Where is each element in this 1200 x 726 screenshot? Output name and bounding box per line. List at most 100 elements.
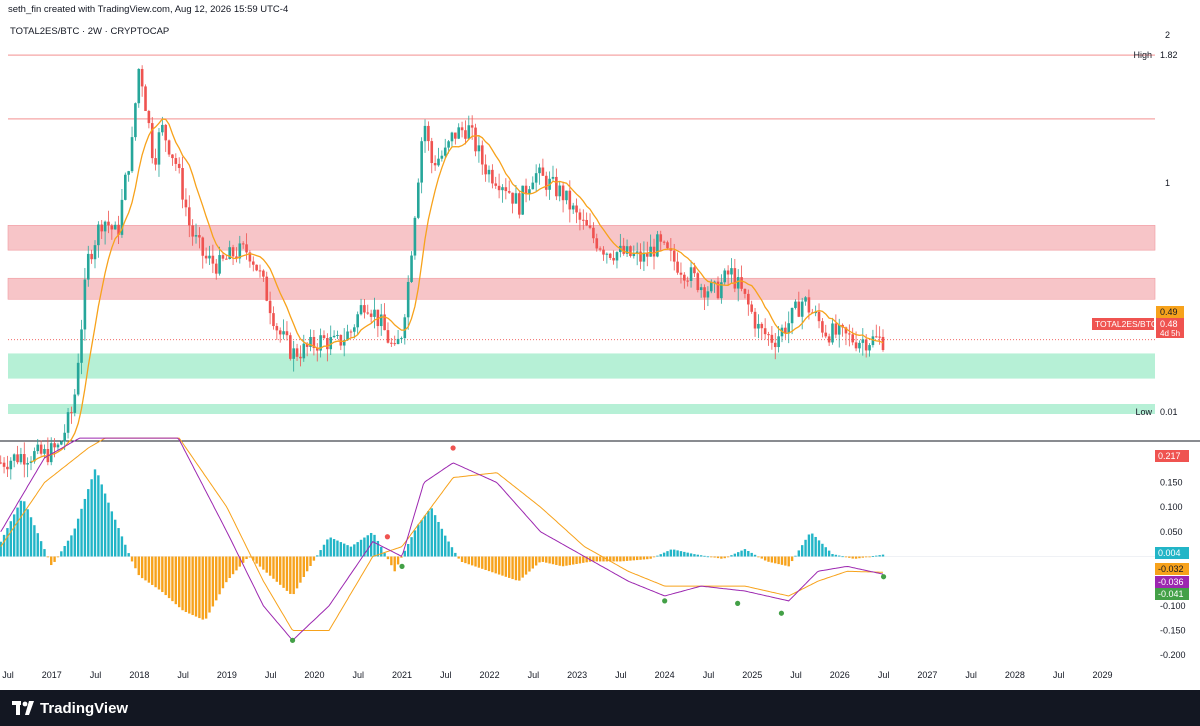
candle-body: [416, 182, 420, 218]
candle-body: [740, 277, 743, 289]
x-axis-tick: 2020: [304, 670, 324, 680]
chart-canvas: 2 1 High 1.82 0.49TOTAL2ES/BTC 0.484d 5h Low 0.…: [0, 0, 1200, 726]
macd-histogram-bar: [9, 521, 13, 557]
candle-body: [36, 444, 40, 452]
candle-body: [736, 277, 740, 289]
macd-histogram-bar: [518, 556, 521, 581]
candle-body: [467, 125, 471, 139]
macd-histogram-bar: [342, 543, 346, 557]
macd-histogram-bar: [545, 556, 548, 563]
macd-histogram-bar: [188, 556, 191, 614]
candle-body: [83, 279, 87, 330]
candle-body: [292, 348, 295, 359]
macd-histogram-bar: [430, 508, 433, 557]
macd-histogram-bar: [501, 556, 504, 576]
candle-body: [437, 158, 440, 166]
candle-body: [110, 225, 114, 230]
candle-body: [679, 272, 683, 275]
macd-histogram-bar: [319, 550, 322, 557]
macd-histogram-bar: [484, 556, 487, 570]
macd-histogram-bar: [460, 556, 464, 563]
macd-histogram-bar: [575, 556, 578, 564]
candle-body: [6, 466, 9, 470]
macd-histogram-bar: [231, 556, 235, 575]
candle-body: [544, 175, 548, 190]
candle-body: [541, 167, 545, 176]
resistance-zone: [7, 225, 1156, 251]
candle-body: [268, 300, 272, 314]
candle-body: [299, 356, 302, 359]
candle-body: [531, 182, 535, 190]
macd-histogram-bar: [558, 556, 561, 566]
candle-body: [824, 332, 828, 337]
macd-histogram-bar: [723, 556, 726, 559]
candle-body: [265, 276, 269, 301]
macd-histogram-bar: [864, 556, 868, 558]
tradingview-logo[interactable]: TradingView: [12, 698, 128, 718]
price-axis-tick: 1: [1165, 178, 1170, 188]
candle-body: [507, 191, 511, 193]
x-axis-tick: 2029: [1092, 670, 1112, 680]
candle-body: [124, 174, 127, 200]
macd-histogram-bar: [204, 556, 208, 619]
candle-body: [194, 235, 198, 237]
candle-body: [393, 343, 397, 345]
candle-body: [518, 193, 521, 215]
macd-histogram-bar: [258, 556, 262, 567]
macd-histogram-bar: [814, 536, 817, 557]
macd-histogram-bar: [615, 556, 619, 562]
cross-marker: [778, 610, 785, 616]
candle-body: [693, 267, 696, 274]
candle-body: [565, 190, 568, 201]
macd-histogram-bar: [36, 533, 39, 557]
macd-histogram-bar: [93, 469, 97, 557]
candle-body: [851, 334, 855, 343]
x-axis-tick: 2025: [742, 670, 762, 680]
candle-body: [400, 338, 403, 340]
macd-histogram-bar: [39, 541, 43, 557]
macd-histogram-bar: [747, 550, 750, 557]
macd-histogram-bar: [800, 545, 804, 557]
macd-histogram-bar: [531, 556, 534, 569]
candle-body: [332, 335, 336, 338]
candle-body: [534, 173, 538, 183]
candle-body: [460, 127, 464, 131]
candle-body: [134, 103, 137, 138]
candle-body: [450, 132, 454, 142]
candle-body: [726, 270, 730, 275]
candle-body: [278, 330, 282, 335]
footer-bar: TradingView: [0, 690, 1200, 726]
macd-histogram-bar: [420, 520, 423, 557]
macd-histogram-bar: [0, 541, 2, 557]
x-axis-tick: 2026: [830, 670, 850, 680]
candle-body: [447, 141, 450, 148]
macd-histogram-bar: [548, 556, 551, 564]
candle-body: [336, 334, 339, 336]
macd-histogram-bar: [784, 556, 787, 566]
candle-body: [302, 343, 306, 359]
candle-body: [86, 253, 90, 280]
candle-body: [93, 245, 97, 260]
cross-marker: [399, 563, 405, 569]
candle-body: [60, 441, 63, 445]
candle-body: [494, 183, 498, 186]
candle-body: [652, 246, 656, 257]
candle-body: [834, 323, 838, 335]
candle-body: [827, 336, 831, 343]
macd-histogram-bar: [767, 556, 770, 562]
cross-marker: [662, 598, 668, 604]
price-axis-tick: 2: [1165, 30, 1170, 40]
macd-histogram-bar: [834, 554, 838, 557]
macd-histogram-bar: [275, 556, 279, 582]
candle-body: [282, 331, 285, 335]
oscillator-axis-tick: 0.050: [1160, 527, 1183, 537]
oscillator-value-text: -0.032: [1158, 564, 1184, 574]
candle-body: [629, 246, 632, 257]
macd-histogram-bar: [295, 556, 299, 589]
candle-body: [504, 187, 508, 192]
candle-body: [656, 234, 659, 257]
macd-histogram-bar: [595, 556, 598, 562]
candle-body: [666, 242, 669, 249]
macd-histogram-bar: [33, 525, 36, 557]
macd-histogram-bar: [285, 556, 289, 591]
